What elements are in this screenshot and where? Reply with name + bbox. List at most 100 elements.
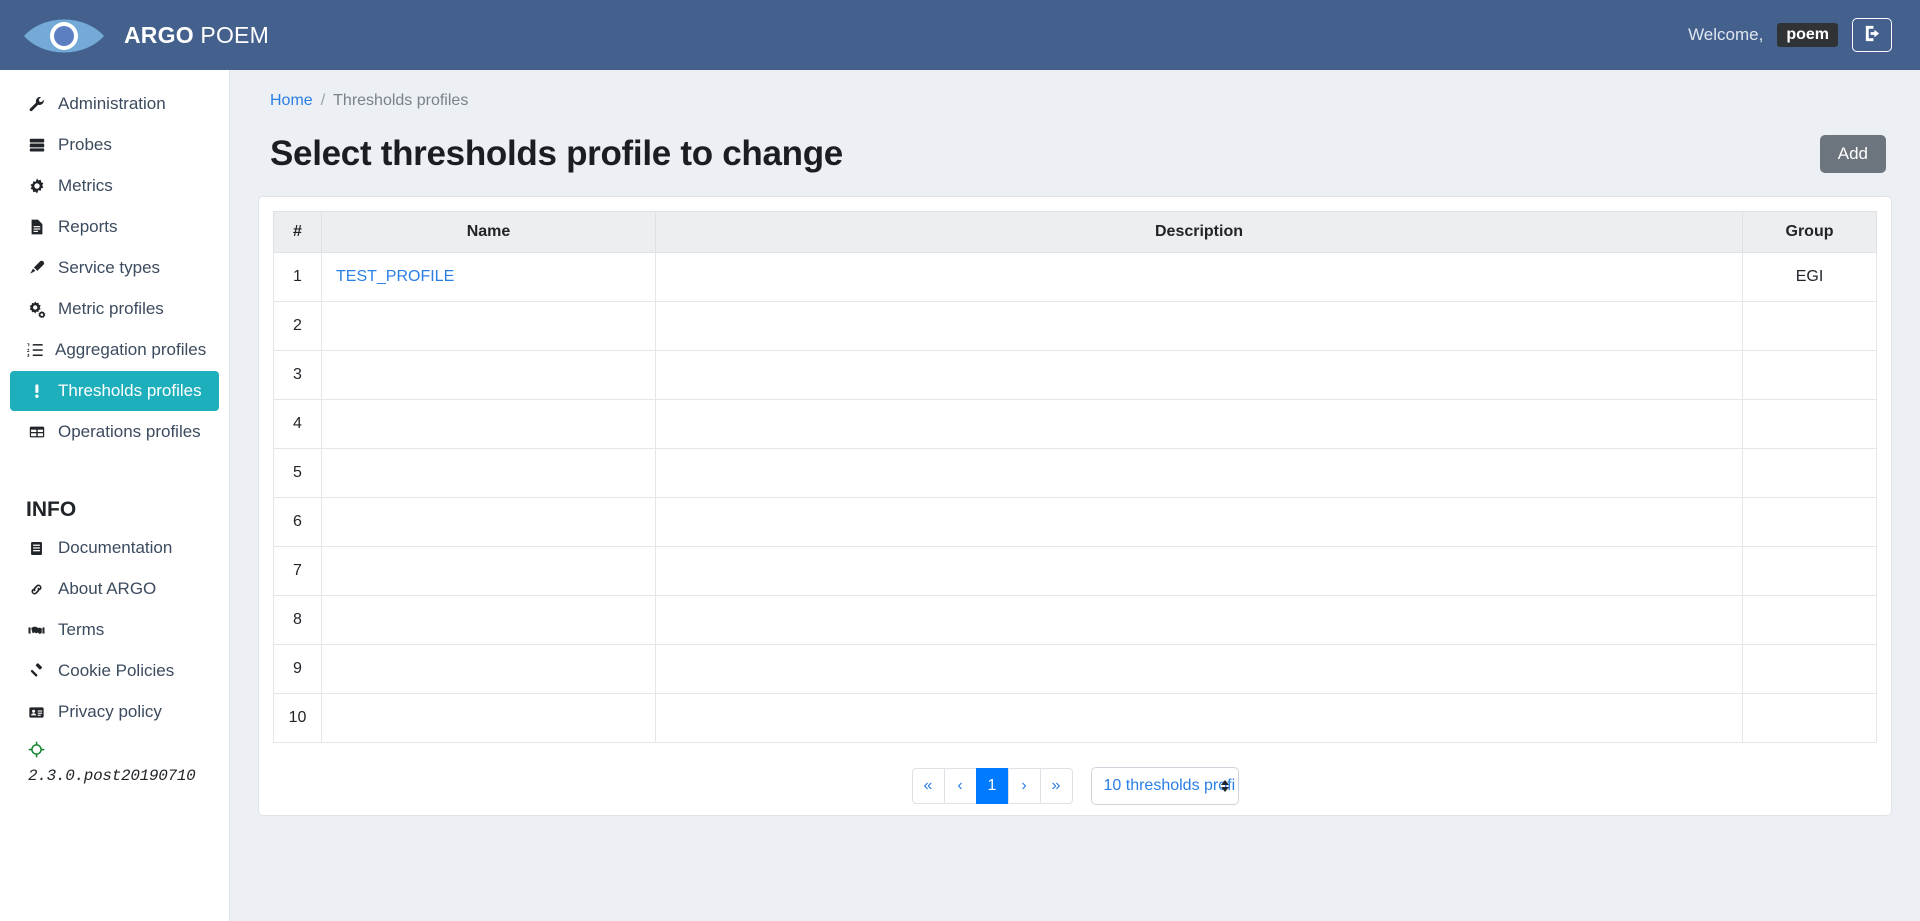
book-icon <box>26 540 47 557</box>
server-icon <box>26 136 47 154</box>
sidebar-item-label: Metrics <box>58 176 113 195</box>
sidebar-item-probes[interactable]: Probes <box>10 125 219 165</box>
pagination-prev[interactable]: ‹ <box>943 768 977 804</box>
profile-link[interactable]: TEST_PROFILE <box>336 268 454 285</box>
cell-name <box>321 546 656 596</box>
cell-description <box>655 497 1743 547</box>
page-size-select[interactable]: 10 thresholds profi <box>1090 767 1239 805</box>
welcome-label: Welcome, <box>1688 25 1764 44</box>
sidebar-item-label: Operations profiles <box>58 422 201 441</box>
cell-index: 2 <box>273 301 322 351</box>
main-content: Home / Thresholds profiles Select thresh… <box>230 70 1920 921</box>
cell-index: 3 <box>273 350 322 400</box>
breadcrumb: Home / Thresholds profiles <box>258 70 1892 110</box>
info-heading: INFO <box>26 498 77 521</box>
cell-index: 4 <box>273 399 322 449</box>
sidebar-item-administration[interactable]: Administration <box>10 84 219 124</box>
sidebar-item-operations-profiles[interactable]: Operations profiles <box>10 412 219 452</box>
cell-index: 10 <box>273 693 322 743</box>
sidebar-item-label: Service types <box>58 258 161 277</box>
logout-button[interactable] <box>1852 18 1892 52</box>
user-area: Welcome, poem <box>1688 18 1892 52</box>
pagination-last[interactable]: » <box>1039 768 1073 804</box>
table-row: 2 <box>273 301 1877 351</box>
list-ol-icon <box>26 341 44 359</box>
cell-index: 9 <box>273 644 322 694</box>
cell-group <box>1742 350 1877 400</box>
breadcrumb-current: Thresholds profiles <box>333 92 469 109</box>
cell-group <box>1742 497 1877 547</box>
exclamation-icon <box>26 382 47 400</box>
sidebar-item-documentation[interactable]: Documentation <box>10 528 219 568</box>
sidebar-item-label: Documentation <box>58 538 173 557</box>
pagination-page-1[interactable]: 1 <box>975 768 1009 804</box>
sidebar-item-label: Privacy policy <box>58 702 162 721</box>
add-button[interactable]: Add <box>1819 135 1886 173</box>
pagination: « ‹ 1 › » <box>911 768 1073 804</box>
page-title-row: Select thresholds profile to change Add <box>258 110 1892 196</box>
column-header-index[interactable]: # <box>273 211 322 253</box>
sidebar-item-label: Administration <box>58 94 166 113</box>
table-row: 7 <box>273 546 1877 596</box>
cog-icon <box>26 177 47 195</box>
table-row: 4 <box>273 399 1877 449</box>
sidebar-item-metric-profiles[interactable]: Metric profiles <box>10 289 219 329</box>
cell-group <box>1742 546 1877 596</box>
cell-name <box>321 497 656 547</box>
table-row: 5 <box>273 448 1877 498</box>
cell-group: EGI <box>1742 252 1877 302</box>
sidebar-item-cookie-policies[interactable]: Cookie Policies <box>10 651 219 691</box>
sidebar-item-metrics[interactable]: Metrics <box>10 166 219 206</box>
link-icon <box>26 581 47 598</box>
sidebar-item-label: About ARGO <box>58 579 157 598</box>
sidebar-item-privacy-policy[interactable]: Privacy policy <box>10 692 219 732</box>
table-row: 8 <box>273 595 1877 645</box>
cell-name <box>321 693 656 743</box>
address-card-icon <box>26 704 47 721</box>
brand-logo-area[interactable]: ARGO POEM <box>22 12 269 58</box>
cell-name <box>321 301 656 351</box>
breadcrumb-separator: / <box>320 92 326 109</box>
table-row: 6 <box>273 497 1877 547</box>
cell-description <box>655 644 1743 694</box>
sidebar-item-thresholds-profiles[interactable]: Thresholds profiles <box>10 371 219 411</box>
page-title: Select thresholds profile to change <box>270 134 843 173</box>
cell-description <box>655 546 1743 596</box>
pagination-first[interactable]: « <box>911 768 945 804</box>
cell-group <box>1742 301 1877 351</box>
column-header-description[interactable]: Description <box>655 211 1743 253</box>
pagination-next[interactable]: › <box>1007 768 1041 804</box>
thresholds-profiles-table: # Name Description Group 1 TEST_PROFILE EG… <box>273 211 1877 743</box>
cell-description <box>655 301 1743 351</box>
sidebar-item-service-types[interactable]: Service types <box>10 248 219 288</box>
sign-out-icon <box>1863 24 1882 46</box>
column-header-name[interactable]: Name <box>321 211 656 253</box>
sidebar-item-about-argo[interactable]: About ARGO <box>10 569 219 609</box>
table-row: 9 <box>273 644 1877 694</box>
sidebar-item-reports[interactable]: Reports <box>10 207 219 247</box>
sidebar: Administration Probes Metrics Reports Se <box>0 70 230 921</box>
sidebar-item-aggregation-profiles[interactable]: Aggregation profiles <box>10 330 219 370</box>
sidebar-item-label: Reports <box>58 217 118 236</box>
version-block: 2.3.0.post20190710 <box>0 733 229 785</box>
table-icon <box>26 423 47 441</box>
table-row: 10 <box>273 693 1877 743</box>
gavel-icon <box>26 662 47 680</box>
table-card: # Name Description Group 1 TEST_PROFILE EG… <box>258 196 1892 816</box>
page-size-label: 10 thresholds profi <box>1103 777 1236 794</box>
handshake-icon <box>26 622 47 639</box>
top-navbar: ARGO POEM Welcome, poem <box>0 0 1920 70</box>
cell-group <box>1742 399 1877 449</box>
sidebar-item-terms[interactable]: Terms <box>10 610 219 650</box>
cell-group <box>1742 448 1877 498</box>
username-badge: poem <box>1777 23 1838 47</box>
cell-description <box>655 693 1743 743</box>
breadcrumb-home-link[interactable]: Home <box>270 92 313 110</box>
brand-light: POEM <box>200 21 269 48</box>
cell-group <box>1742 644 1877 694</box>
column-header-group[interactable]: Group <box>1742 211 1877 253</box>
table-body: 1 TEST_PROFILE EGI 2 3 4 5 6 7 8 9 10 <box>273 252 1877 743</box>
crosshairs-icon <box>28 741 45 762</box>
brand-bold: ARGO <box>124 21 194 48</box>
cell-description <box>655 399 1743 449</box>
